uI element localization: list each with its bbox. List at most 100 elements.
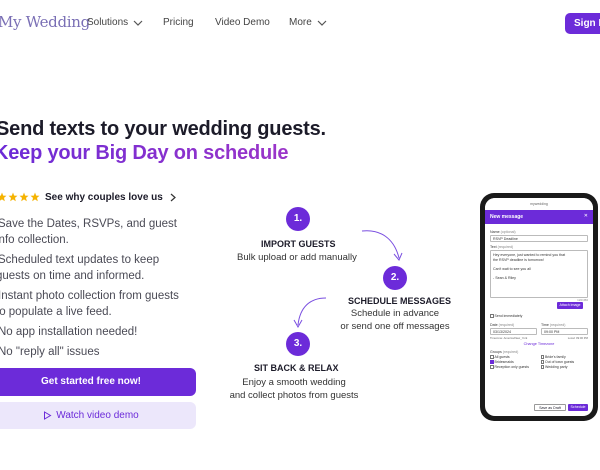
time-label-text: Time [541,323,549,327]
star-icon [8,192,18,202]
new-message-header: New message ✕ [485,210,593,224]
feature-item: No app installation needed! [0,324,210,340]
nav-pricing-label: Pricing [163,17,194,28]
time-label: Time (required) [541,323,588,327]
arrow-step-2-to-3 [293,297,327,329]
form-actions: Save as Draft Schedule [534,404,588,411]
feature-text: to populate a live feed. [0,306,112,318]
text-label-text: Text [490,245,497,249]
feature-item: No "reply all" issues [0,344,210,360]
play-icon [44,411,52,420]
group-checkbox: Wedding party [540,365,589,369]
step-2-desc-line: or send one off messages [340,321,450,332]
name-label-text: Name [490,230,500,234]
text-hint: (required) [497,245,514,249]
phone-url: mywedding [485,198,593,210]
attach-image-button: Attach image [557,302,583,309]
star-icon [0,192,7,202]
feature-text: Scheduled text updates to keep [0,254,160,266]
change-timezone-link: Change Timezone [523,342,555,346]
watch-demo-button[interactable]: Watch video demo [0,402,196,429]
groups-checklist: All guests Bride's family Bridesmaids Ou… [490,355,588,369]
phone-screen: mywedding New message ✕ Name (optional) … [485,198,593,416]
local-time-text: Local: 09:00 PM [567,336,588,340]
feature-item: Instant photo collection from guests to … [0,288,210,320]
time-hint: (required) [549,323,566,327]
group-label: Out of town guests [545,360,575,364]
save-draft-button: Save as Draft [534,404,566,411]
new-message-title: New message [490,214,524,220]
date-label-text: Date [490,323,498,327]
group-label: All guests [494,355,510,359]
message-line: - Sean & Riley [493,276,516,280]
headline: Send texts to your wedding guests. [0,118,326,140]
star-icon [19,192,29,202]
nav-more-label: More [289,17,312,28]
logo[interactable]: My Wedding [0,13,90,31]
time-input: 09:00 PM [541,328,588,335]
attach-row: Attach image [490,302,588,311]
group-checkbox: All guests [490,355,538,359]
chevron-down-icon [133,20,143,26]
nav-more[interactable]: More [289,17,327,28]
step-1-title: IMPORT GUESTS [261,239,336,249]
nav-pricing[interactable]: Pricing [163,17,194,28]
groups-hint: (required) [502,350,519,354]
group-checkbox: Out of town guests [540,360,589,364]
step-2-desc-line: Schedule in advance [350,308,440,319]
chevron-right-icon [170,193,176,202]
step-2-badge: 2. [383,266,407,290]
date-label: Date (required) [490,323,537,327]
schedule-button: Schedule [568,404,588,411]
watch-demo-label: Watch video demo [56,410,139,421]
nav-solutions[interactable]: Solutions [87,17,143,28]
send-immediately-checkbox: Send immediately [490,314,588,318]
sign-in-button[interactable]: Sign In [565,13,600,34]
name-label: Name (optional) [490,230,588,234]
feature-item: Save the Dates, RSVPs, and guest info co… [0,216,210,248]
nav-video-demo-label: Video Demo [215,17,270,28]
group-label: Bride's family [545,355,566,359]
send-immediately-label: Send immediately [494,314,523,318]
step-2-title: SCHEDULE MESSAGES [348,296,452,306]
get-started-button[interactable]: Get started free now! [0,368,196,396]
rating-stars [0,192,40,202]
time-field: Time (required) 09:00 PM [541,320,588,335]
nav-video-demo[interactable]: Video Demo [215,17,270,28]
step-3-desc: Enjoy a smooth wedding and collect photo… [226,376,362,402]
group-checkbox: Bridesmaids [490,360,538,364]
group-label: Bridesmaids [494,360,514,364]
group-label: Reception only guests [494,365,529,369]
checkbox-icon [540,355,544,359]
step-3-title: SIT BACK & RELAX [254,363,339,373]
couples-love-link[interactable]: See why couples love us [45,192,176,203]
step-3-desc-line: and collect photos from guests [229,390,359,401]
feature-text: info collection. [0,234,69,246]
group-label: Wedding party [545,365,568,369]
feature-text: Instant photo collection from guests [0,290,179,302]
star-icon [30,192,40,202]
step-1-desc: Bulk upload or add manually [237,252,357,263]
chevron-down-icon [317,20,327,26]
phone-mockup: mywedding New message ✕ Name (optional) … [480,193,598,421]
checkbox-icon [540,365,544,369]
feature-text: No app installation needed! [0,326,138,338]
text-label: Text (required) [490,245,588,249]
groups-label-text: Groups [490,350,502,354]
step-2-desc: Schedule in advance or send one off mess… [338,307,452,333]
message-textarea: Hey everyone, just wanted to remind you … [490,250,588,298]
date-hint: (required) [498,323,515,327]
checkbox-icon [490,314,494,318]
step-3-badge: 3. [286,332,310,356]
feature-text: Save the Dates, RSVPs, and guest [0,218,177,230]
feature-item: Scheduled text updates to keep guests on… [0,252,210,284]
subheadline: Keep your Big Day on schedule [0,142,288,165]
feature-list: Save the Dates, RSVPs, and guest info co… [0,216,210,364]
groups-label: Groups (required) [490,350,588,354]
checkbox-icon [490,365,494,369]
message-form: Name (optional) RSVP Deadline Text (requ… [485,224,593,372]
name-input: RSVP Deadline [490,235,588,242]
group-checkbox: Bride's family [540,355,589,359]
date-time-row: Date (required) 03/13/2024 Time (require… [490,320,588,335]
timezone-text: Timezone: America/New_York [490,336,528,340]
